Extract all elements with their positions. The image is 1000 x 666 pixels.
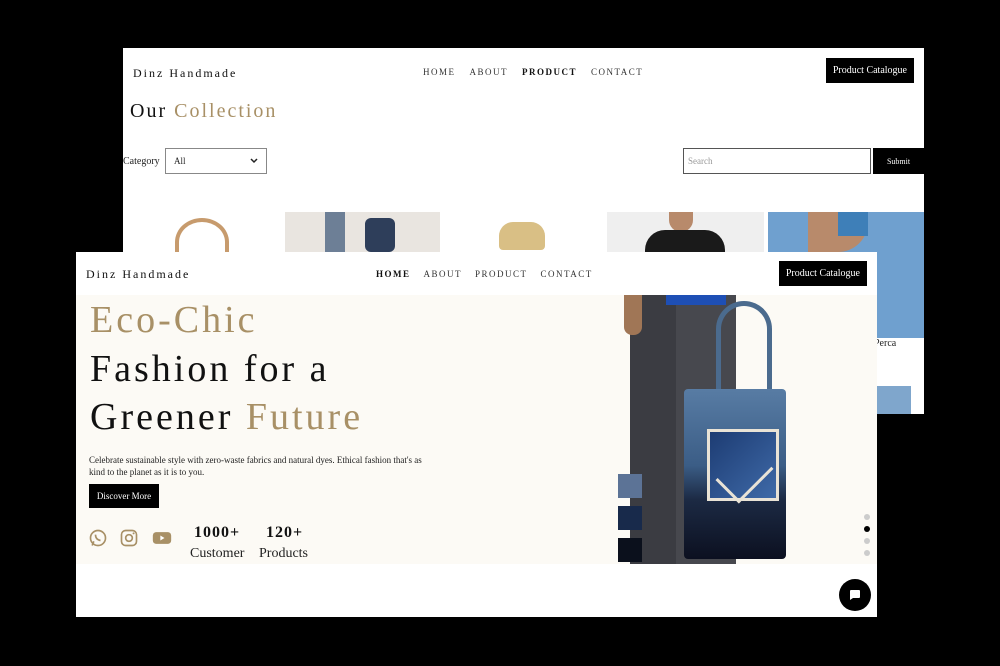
stat-products-value: 120+ [266, 524, 304, 541]
hero-title-line2: Fashion for a [90, 348, 330, 390]
color-swatch[interactable] [618, 474, 642, 498]
color-swatch[interactable] [618, 538, 642, 562]
product-image [838, 212, 868, 236]
product-image [645, 230, 725, 252]
search-input[interactable]: Search [683, 148, 871, 174]
product-image [365, 218, 395, 252]
page-title-primary: Our [130, 100, 168, 122]
product-card[interactable] [607, 212, 764, 252]
carousel-dot-active[interactable] [864, 526, 870, 532]
product-image [499, 222, 545, 250]
category-select-value: All [174, 156, 186, 166]
stat-customers-label: Customer [190, 546, 245, 561]
hero-title-line1: Eco-Chic [90, 299, 258, 341]
carousel-dot[interactable] [864, 514, 870, 520]
color-swatch[interactable] [618, 506, 642, 530]
carousel-dot[interactable] [864, 538, 870, 544]
nav-home[interactable]: HOME [376, 269, 411, 279]
discover-more-button[interactable]: Discover More [89, 484, 159, 508]
nav-product[interactable]: PRODUCT [522, 67, 577, 77]
product-image [325, 212, 345, 252]
nav-product[interactable]: PRODUCT [475, 269, 528, 279]
carousel-dot[interactable] [864, 550, 870, 556]
brand-logo[interactable]: Dinz Handmade [133, 66, 237, 81]
hero-title-line3-accent: Future [245, 396, 364, 438]
product-card[interactable] [285, 212, 440, 252]
stat-customers-value: 1000+ [194, 524, 241, 541]
nav-contact[interactable]: CONTACT [541, 269, 593, 279]
hero-image-hand [624, 295, 642, 335]
category-label: Category [123, 156, 160, 167]
stat-products-label: Products [259, 546, 308, 561]
youtube-icon[interactable] [150, 528, 174, 548]
main-nav: HOME ABOUT PRODUCT CONTACT [376, 269, 593, 279]
nav-about[interactable]: ABOUT [470, 67, 509, 77]
brand-logo[interactable]: Dinz Handmade [86, 267, 190, 282]
product-thumbnail[interactable] [877, 386, 911, 414]
main-nav: HOME ABOUT PRODUCT CONTACT [423, 67, 643, 77]
submit-button[interactable]: Submit [873, 148, 924, 174]
product-catalogue-button[interactable]: Product Catalogue [825, 58, 914, 83]
product-card[interactable] [123, 212, 280, 266]
social-links [88, 528, 174, 548]
page-title: Our Collection [130, 100, 277, 123]
product-catalogue-button[interactable]: Product Catalogue [778, 261, 867, 286]
chevron-down-icon [250, 158, 258, 164]
whatsapp-icon[interactable] [88, 528, 108, 548]
chat-icon [850, 590, 860, 600]
hero-title-line3: Greener Future [90, 395, 363, 439]
category-select[interactable]: All [165, 148, 267, 174]
chat-button[interactable] [839, 579, 871, 611]
nav-about[interactable]: ABOUT [424, 269, 463, 279]
hero-image-shirt [666, 295, 726, 305]
page-title-accent: Collection [174, 100, 278, 122]
instagram-icon[interactable] [119, 528, 139, 548]
product-image [669, 212, 693, 232]
search-placeholder: Search [688, 156, 713, 166]
nav-home[interactable]: HOME [423, 67, 456, 77]
home-page-window: Dinz Handmade HOME ABOUT PRODUCT CONTACT… [76, 252, 877, 617]
product-name[interactable]: Perca [874, 338, 896, 349]
nav-contact[interactable]: CONTACT [591, 67, 643, 77]
hero-description: Celebrate sustainable style with zero-wa… [89, 455, 422, 477]
tote-bag-pocket [707, 429, 779, 501]
product-card[interactable] [443, 212, 603, 252]
hero-title-line3-primary: Greener [90, 396, 234, 438]
